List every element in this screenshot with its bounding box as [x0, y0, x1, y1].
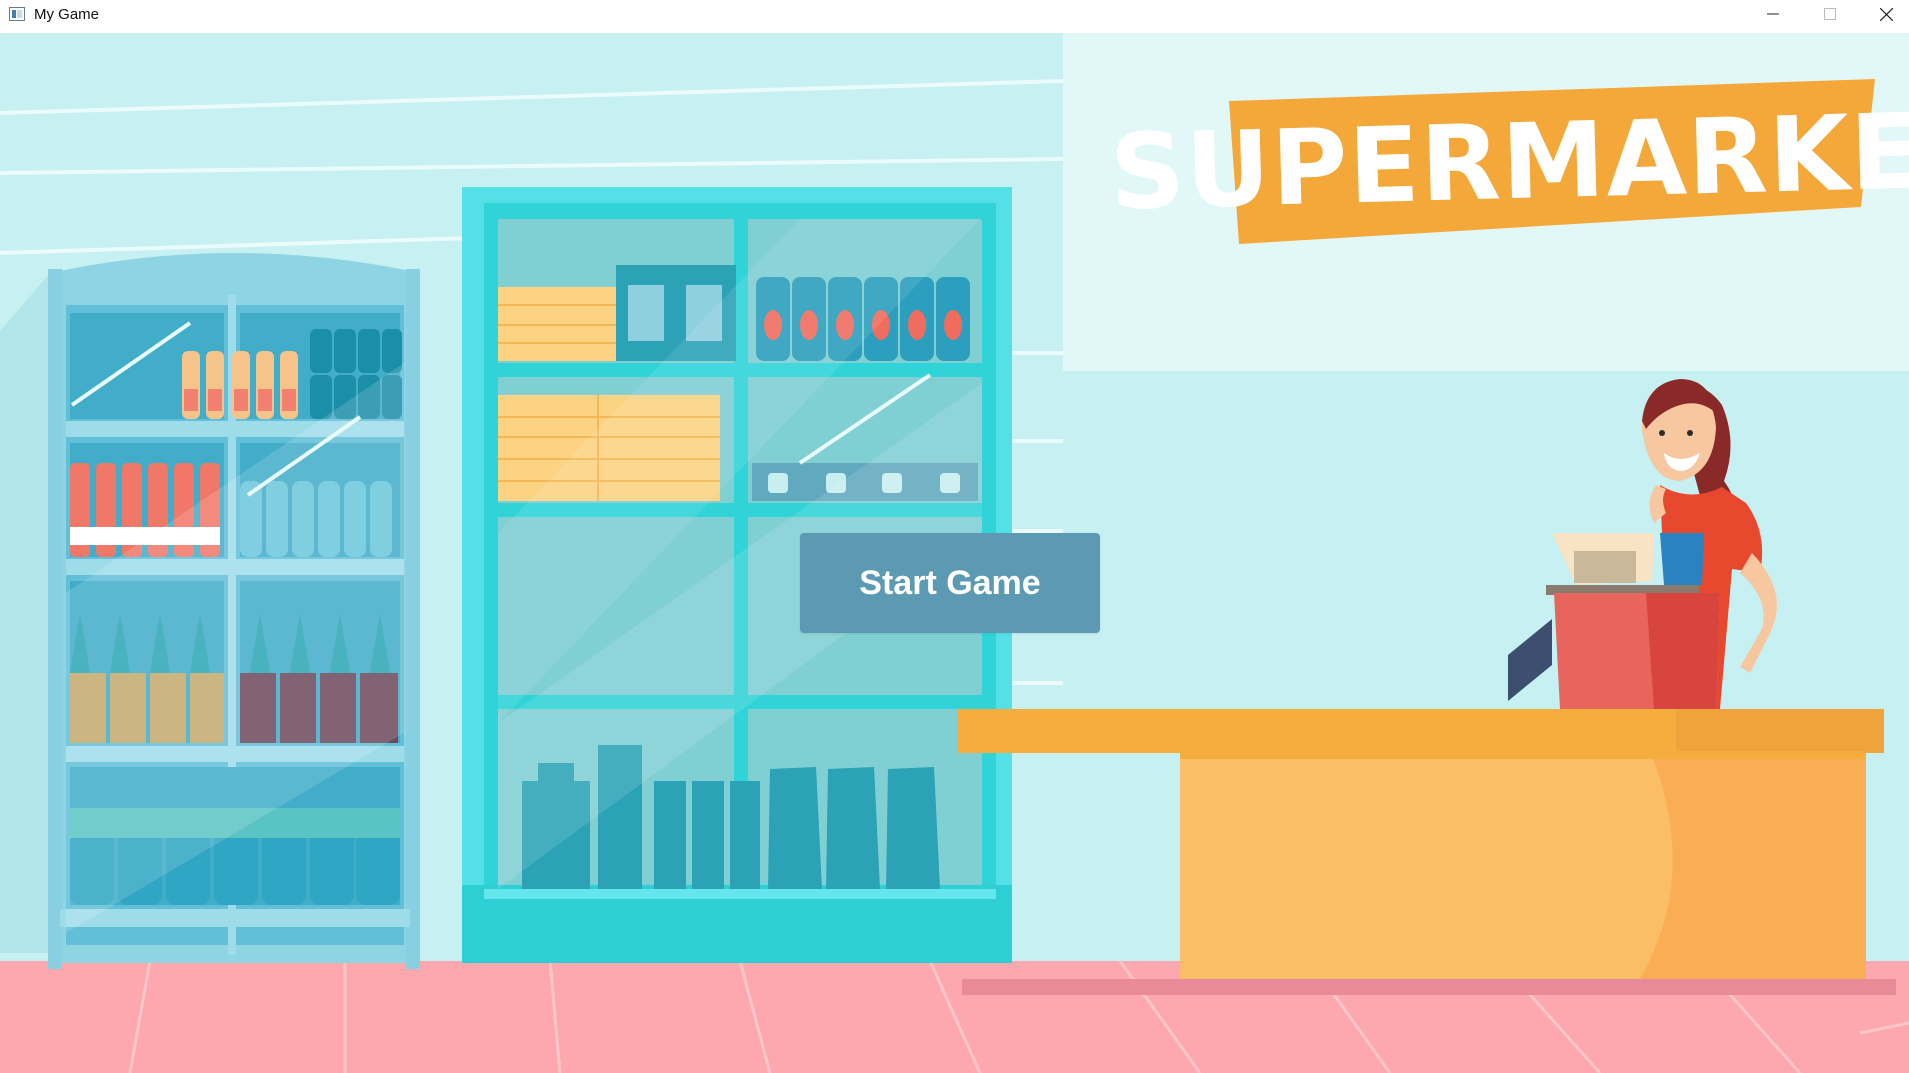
start-game-button[interactable]: Start Game [800, 533, 1100, 633]
game-canvas[interactable]: SUPERMARKET Start Game [0, 33, 1909, 1073]
minimize-icon[interactable] [1744, 0, 1801, 28]
supermarket-sign-text: SUPERMARKET [1108, 88, 1909, 234]
close-icon[interactable] [1858, 0, 1909, 28]
window-title: My Game [34, 6, 100, 23]
maximize-icon [1801, 0, 1858, 28]
app-window-icon [9, 7, 25, 21]
window-title-bar: My Game [0, 0, 1909, 33]
